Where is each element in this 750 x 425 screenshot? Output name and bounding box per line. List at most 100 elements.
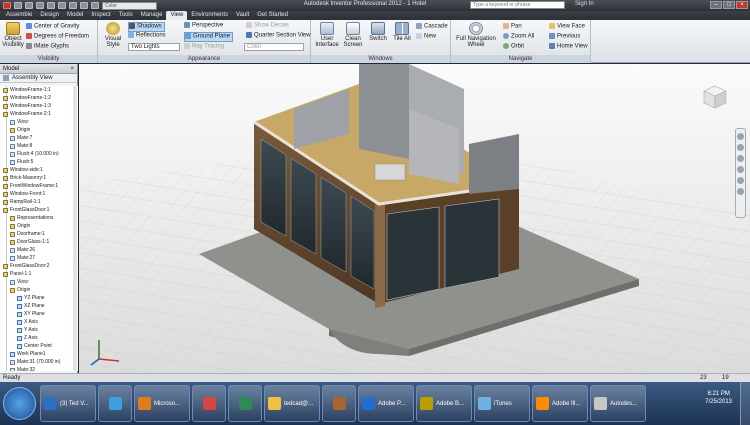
tab-inspect[interactable]: Inspect bbox=[87, 11, 114, 20]
tree-node[interactable]: FrontGlassDoor:1 bbox=[3, 206, 49, 214]
tree-node[interactable]: Brick-Masonry:1 bbox=[3, 174, 46, 182]
zoom-all-button[interactable]: Zoom All bbox=[503, 33, 534, 41]
app-menu-icon[interactable] bbox=[3, 2, 11, 9]
lighting-style-select[interactable]: Two Lights bbox=[128, 43, 180, 51]
taskbar-button[interactable] bbox=[322, 385, 356, 422]
pan-button[interactable]: Pan bbox=[503, 23, 522, 31]
reflections-button[interactable]: Reflections bbox=[128, 32, 166, 40]
sign-in-link[interactable]: Sign In bbox=[575, 1, 594, 7]
tree-node[interactable]: WindowFrame-2:1 bbox=[3, 110, 51, 118]
redo-icon[interactable] bbox=[58, 2, 66, 9]
tab-get-started[interactable]: Get Started bbox=[253, 11, 292, 20]
taskbar-button[interactable]: (3) Ted V... bbox=[40, 385, 96, 422]
new-file-icon[interactable] bbox=[14, 2, 22, 9]
tree-node[interactable]: Work Plane1 bbox=[10, 350, 46, 358]
navigation-bar[interactable] bbox=[735, 128, 746, 218]
view-face-button[interactable]: View Face bbox=[549, 23, 585, 31]
filter-icon[interactable] bbox=[3, 75, 9, 81]
tree-node[interactable]: View: bbox=[10, 278, 29, 286]
browser-close-icon[interactable]: × bbox=[70, 66, 74, 72]
full-navigation-wheel-button[interactable]: Full Navigation Wheel bbox=[453, 22, 499, 48]
steering-wheel-icon[interactable] bbox=[737, 133, 744, 140]
tree-node[interactable]: WindowFrame-1:1 bbox=[3, 86, 51, 94]
perspective-button[interactable]: Perspective bbox=[184, 22, 223, 30]
tree-node[interactable]: XY Plane bbox=[17, 310, 45, 318]
tree-node[interactable]: Doorframe:1 bbox=[10, 230, 45, 238]
tab-model[interactable]: Model bbox=[63, 11, 87, 20]
nav-options-icon[interactable] bbox=[737, 188, 744, 195]
look-at-icon[interactable] bbox=[737, 177, 744, 184]
previous-view-button[interactable]: Previous bbox=[549, 33, 580, 41]
viewcube-icon[interactable] bbox=[702, 84, 728, 110]
home-view-button[interactable]: Home View bbox=[549, 43, 588, 51]
tab-vault[interactable]: Vault bbox=[232, 11, 253, 20]
update-icon[interactable] bbox=[80, 2, 88, 9]
tree-node[interactable]: WindowFrame-1:2 bbox=[3, 94, 51, 102]
save-icon[interactable] bbox=[36, 2, 44, 9]
new-window-button[interactable]: New bbox=[416, 33, 436, 41]
switch-button[interactable]: Switch bbox=[367, 22, 389, 42]
taskbar-button[interactable]: Autodes... bbox=[590, 385, 646, 422]
tree-node[interactable]: X Axis bbox=[17, 318, 38, 326]
taskbar-button[interactable] bbox=[228, 385, 262, 422]
visual-style-button[interactable]: Visual Style bbox=[100, 22, 126, 48]
cascade-button[interactable]: Cascade bbox=[416, 23, 448, 31]
select-icon[interactable] bbox=[91, 2, 99, 9]
tab-assemble[interactable]: Assemble bbox=[2, 11, 36, 20]
pan-icon[interactable] bbox=[737, 144, 744, 151]
taskbar-button[interactable]: Adobe B... bbox=[416, 385, 472, 422]
tree-node[interactable]: YZ Plane bbox=[17, 294, 45, 302]
appearance-combo[interactable]: Color bbox=[102, 1, 157, 10]
tree-node[interactable]: Mate:7 bbox=[10, 134, 32, 142]
tree-node[interactable]: RampRail-1:1 bbox=[3, 198, 41, 206]
tree-node[interactable]: Z Axis bbox=[17, 334, 38, 342]
tree-node[interactable]: Flush:4 (10.000 in) bbox=[10, 150, 59, 158]
home-icon[interactable] bbox=[69, 2, 77, 9]
graphics-viewport[interactable] bbox=[79, 64, 750, 373]
ground-plane-button[interactable]: Ground Plane bbox=[184, 32, 234, 42]
taskbar-button[interactable]: Adobe Ill... bbox=[532, 385, 588, 422]
system-clock[interactable]: 6:21 PM 7/25/2013 bbox=[705, 390, 732, 406]
tree-node[interactable]: Center Point bbox=[17, 342, 52, 350]
taskbar-button[interactable]: iTunes bbox=[474, 385, 530, 422]
clean-screen-button[interactable]: Clean Screen bbox=[341, 22, 365, 48]
tree-node[interactable]: Mate:31 (70.000 in) bbox=[10, 358, 60, 366]
center-of-gravity-button[interactable]: Center of Gravity bbox=[26, 23, 79, 31]
tile-all-button[interactable]: Tile All bbox=[391, 22, 413, 42]
undo-icon[interactable] bbox=[47, 2, 55, 9]
tree-node[interactable]: WindowFrame-1:3 bbox=[3, 102, 51, 110]
tree-node[interactable]: Origin bbox=[10, 222, 30, 230]
ray-tracing-button[interactable]: Ray Tracing bbox=[184, 43, 224, 51]
user-interface-button[interactable]: User Interface bbox=[315, 22, 339, 48]
tree-node[interactable]: Mate:8 bbox=[10, 142, 32, 150]
shadows-button[interactable]: Shadows bbox=[128, 22, 165, 32]
close-icon[interactable]: × bbox=[736, 1, 748, 9]
open-file-icon[interactable] bbox=[25, 2, 33, 9]
tree-node[interactable]: Window-side:1 bbox=[3, 166, 43, 174]
taskbar-button[interactable]: tedcad@... bbox=[264, 385, 320, 422]
tree-node[interactable]: XZ Plane bbox=[17, 302, 45, 310]
taskbar-button[interactable]: Microso... bbox=[134, 385, 190, 422]
taskbar-button[interactable]: Adobe P... bbox=[358, 385, 414, 422]
tree-node[interactable]: Representations bbox=[10, 214, 53, 222]
object-visibility-button[interactable]: Object Visibility bbox=[2, 22, 24, 48]
tree-node[interactable]: Panel-1:1 bbox=[3, 270, 31, 278]
orbit-button[interactable]: Orbit bbox=[503, 43, 524, 51]
tree-node[interactable]: DoorGlass-1:1 bbox=[10, 238, 49, 246]
tree-node[interactable]: Mate:32 bbox=[10, 366, 35, 371]
tree-node[interactable]: Window-Front:1 bbox=[3, 190, 45, 198]
browser-view-selector[interactable]: Assembly View bbox=[0, 74, 77, 83]
browser-scrollbar[interactable] bbox=[73, 86, 77, 371]
tree-node[interactable]: Mate:27 bbox=[10, 254, 35, 262]
tree-node[interactable]: Origin bbox=[10, 126, 30, 134]
show-desktop-button[interactable] bbox=[740, 382, 750, 425]
minimize-icon[interactable]: – bbox=[710, 1, 722, 9]
taskbar-button[interactable] bbox=[192, 385, 226, 422]
search-input[interactable]: Type a keyword or phrase bbox=[470, 1, 565, 9]
show-decals-button[interactable]: Show Decals bbox=[246, 22, 289, 30]
tab-design[interactable]: Design bbox=[36, 11, 63, 20]
tree-node[interactable]: FrontGlassDoor:2 bbox=[3, 262, 49, 270]
zoom-icon-nav[interactable] bbox=[737, 155, 744, 162]
tab-tools[interactable]: Tools bbox=[115, 11, 137, 20]
tree-node[interactable]: View: bbox=[10, 118, 29, 126]
